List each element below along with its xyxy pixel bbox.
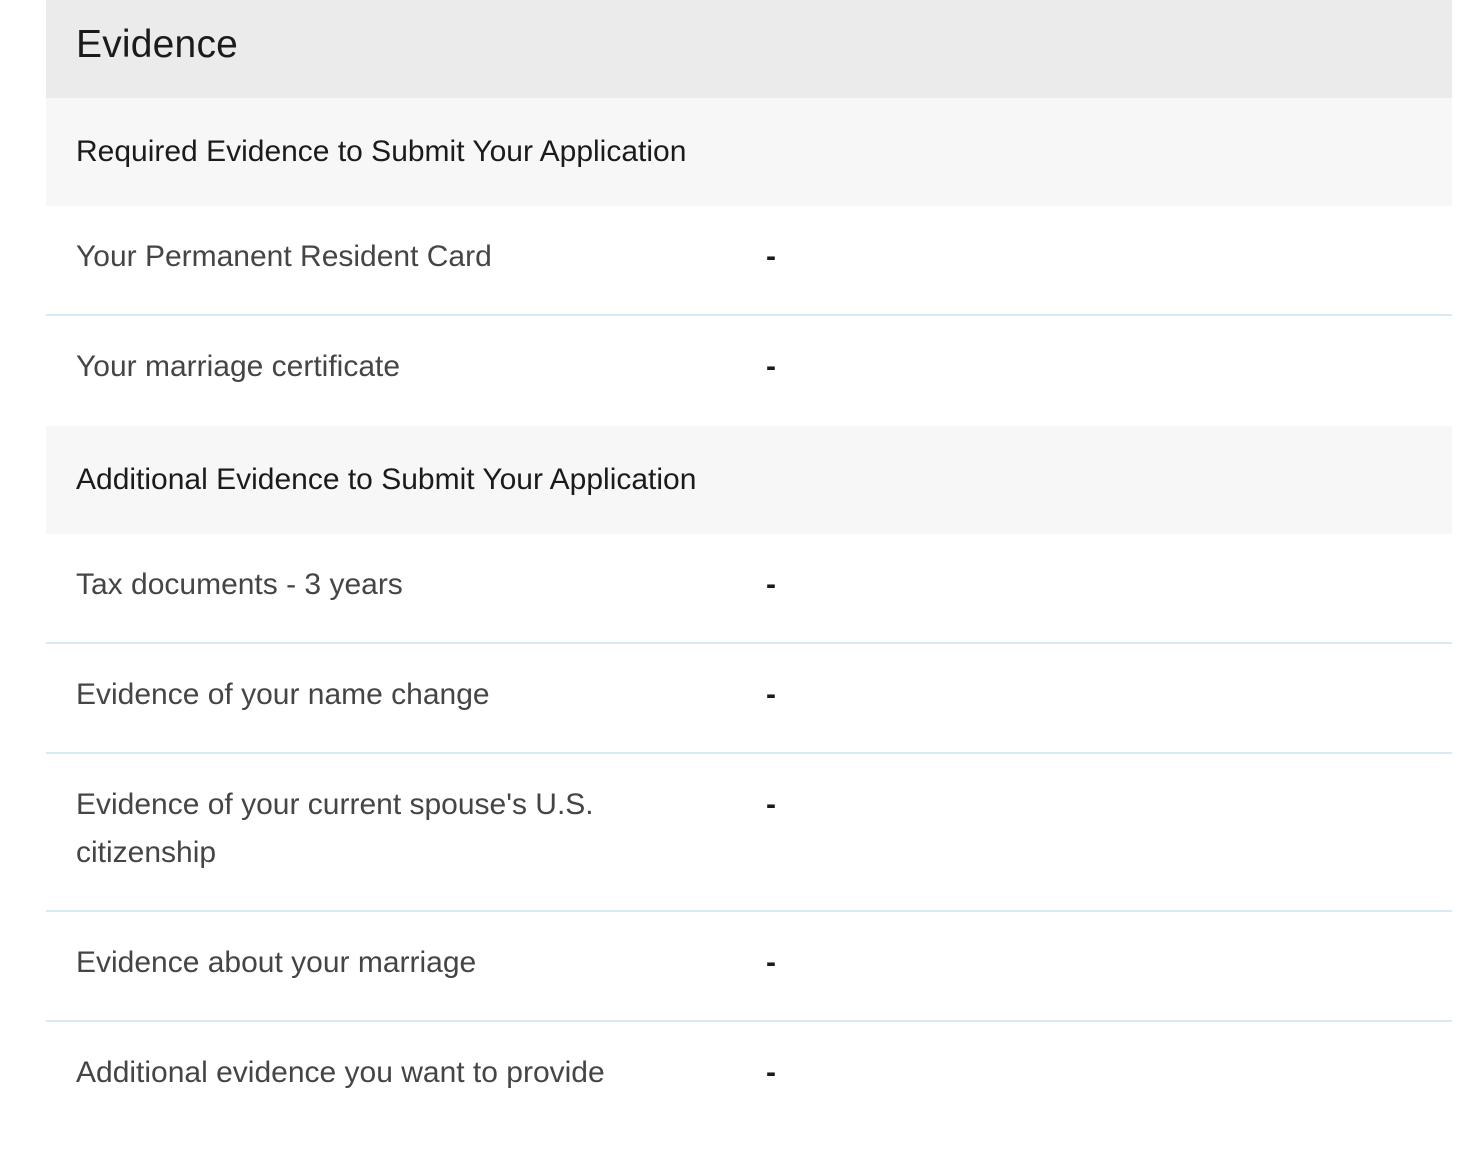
evidence-label: Your marriage certificate (76, 350, 401, 383)
evidence-value: - (766, 788, 776, 821)
section-title: Additional Evidence to Submit Your Appli… (76, 463, 697, 496)
evidence-value: - (766, 678, 776, 711)
evidence-row: Evidence of your current spouse's U.S. c… (46, 754, 1452, 912)
evidence-row: Evidence about your marriage - (46, 912, 1452, 1022)
evidence-value: - (766, 1056, 776, 1089)
panel-header: Evidence (46, 0, 1452, 98)
panel-title: Evidence (76, 23, 239, 66)
evidence-label: Evidence of your name change (76, 678, 490, 711)
evidence-value: - (766, 946, 776, 979)
evidence-label: Evidence of your current spouse's U.S. c… (76, 788, 594, 869)
evidence-row: Evidence of your name change - (46, 644, 1452, 754)
evidence-row: Your marriage certificate - (46, 316, 1452, 426)
section-title: Required Evidence to Submit Your Applica… (76, 135, 687, 168)
evidence-row: Additional evidence you want to provide … (46, 1022, 1452, 1132)
evidence-label: Your Permanent Resident Card (76, 240, 492, 273)
evidence-value: - (766, 568, 776, 601)
evidence-panel: Evidence Required Evidence to Submit You… (46, 0, 1452, 1132)
evidence-label: Tax documents - 3 years (76, 568, 403, 601)
section-header-required: Required Evidence to Submit Your Applica… (46, 98, 1452, 206)
section-header-additional: Additional Evidence to Submit Your Appli… (46, 426, 1452, 534)
evidence-label: Additional evidence you want to provide (76, 1056, 605, 1089)
evidence-value: - (766, 350, 776, 383)
evidence-label: Evidence about your marriage (76, 946, 477, 979)
evidence-value: - (766, 240, 776, 273)
evidence-row: Tax documents - 3 years - (46, 534, 1452, 644)
evidence-row: Your Permanent Resident Card - (46, 206, 1452, 316)
